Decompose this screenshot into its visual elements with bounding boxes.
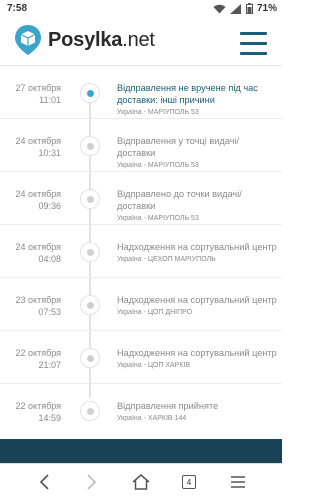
timeline-dot-icon [80, 295, 100, 315]
event-status: Надходження на сортувальний центр [117, 348, 277, 358]
logo-pin-icon [15, 25, 41, 55]
home-icon[interactable] [129, 471, 153, 493]
event-info: Відправлено до точки видачі/доставки Укра… [117, 188, 277, 224]
timeline-dot-icon [80, 136, 100, 156]
event-date: 27 октября [15, 83, 61, 93]
tabs-icon[interactable]: 4 [177, 471, 201, 493]
event-datetime: 22 октября 14:59 [16, 400, 61, 424]
timeline-row: 24 октября 04:08 Надходження на сортувальн… [0, 225, 282, 278]
event-location: Україна - ЦОП ХАРКІВ [117, 362, 191, 369]
timeline-dot-icon [80, 348, 100, 368]
status-bar: 7:58 71% [0, 0, 282, 20]
battery-percent: 71% [256, 3, 277, 14]
event-info: Надходження на сортувальний центр Україна… [117, 347, 277, 371]
timeline-row: 23 октября 07:53 Надходження на сортувальн… [0, 278, 282, 331]
event-time: 07:53 [38, 307, 61, 317]
event-date: 24 октября [15, 189, 61, 199]
event-status: Надходження на сортувальний центр [117, 242, 277, 252]
event-date: 22 октября [15, 348, 61, 358]
event-status: Відправлення у точці видачі/доставки [117, 136, 240, 158]
timeline-dot-icon [80, 189, 100, 209]
event-status: Відправлено до точки видачі/доставки [117, 189, 242, 211]
event-location: Україна - МАРІУПОЛЬ 53 [117, 215, 199, 222]
event-status: Відправлення прийняте [117, 401, 219, 411]
event-info: Відправлення не вручене під час доставки… [117, 82, 277, 118]
event-time: 11:01 [39, 95, 61, 105]
event-status: Відправлення не вручене під час доставки… [117, 83, 258, 105]
brand-name: Posylka.net [48, 29, 155, 52]
wifi-icon [213, 4, 226, 13]
timeline-row: 22 октября 14:59 Відправлення прийняте Укра… [0, 384, 282, 437]
event-time: 21:07 [38, 360, 61, 370]
event-location: Україна - ЦЕХОП МАРІУПОЛЬ [117, 256, 216, 263]
signal-icon [229, 3, 241, 14]
event-location: Україна - МАРІУПОЛЬ 53 [117, 162, 199, 169]
battery-icon [245, 3, 253, 14]
event-date: 24 октября [15, 242, 61, 252]
event-time: 14:59 [38, 413, 61, 423]
brand-name-bold: Posylka [48, 28, 123, 51]
forward-arrow-icon[interactable] [80, 471, 104, 493]
brand-name-tail: .net [122, 28, 155, 51]
event-datetime: 24 октября 10:31 [16, 135, 61, 159]
event-datetime: 23 октября 07:53 [16, 294, 61, 318]
event-datetime: 24 октября 09:36 [16, 188, 61, 212]
timeline-dot-icon [80, 242, 100, 262]
browser-nav-bar: 4 [0, 463, 282, 500]
timeline-row: 24 октября 10:31 Відправлення у точці вида… [0, 119, 282, 172]
event-time: 09:36 [38, 201, 61, 211]
event-location: Україна - ЦОП ДНІПРО [117, 309, 193, 316]
event-datetime: 22 октября 21:07 [16, 347, 61, 371]
site-logo[interactable]: Posylka.net [12, 24, 155, 56]
event-info: Надходження на сортувальний центр Україна… [117, 241, 277, 265]
page-footer [0, 439, 282, 463]
timeline-row: 22 октября 21:07 Надходження на сортувальн… [0, 331, 282, 384]
event-datetime: 24 октября 04:08 [16, 241, 61, 265]
status-time: 7:58 [7, 3, 28, 14]
event-location: Україна - МАРІУПОЛЬ 53 [117, 109, 199, 116]
timeline-row: 24 октября 09:36 Відправлено до точки вида… [0, 172, 282, 225]
site-header: Posylka.net [0, 20, 282, 66]
event-time: 04:08 [38, 254, 61, 264]
status-icons: 71% [213, 3, 277, 14]
timeline-dot-icon [80, 83, 100, 103]
event-info: Надходження на сортувальний центр Україна… [117, 294, 277, 318]
event-date: 23 октября [15, 295, 61, 305]
event-status: Надходження на сортувальний центр [117, 295, 277, 305]
event-date: 22 октября [15, 401, 61, 411]
event-info: Відправлення прийняте Україна - ХАРКІВ 14… [117, 400, 277, 424]
timeline-dot-icon [80, 401, 100, 421]
event-info: Відправлення у точці видачі/доставки Укра… [117, 135, 277, 171]
back-arrow-icon[interactable] [32, 471, 56, 493]
event-datetime: 27 октября 11:01 [16, 82, 61, 106]
tracking-timeline: 27 октября 11:01 Відправлення не вручене п… [0, 66, 282, 437]
timeline-row: 27 октября 11:01 Відправлення не вручене п… [0, 66, 282, 119]
hamburger-menu-icon[interactable] [240, 32, 267, 55]
tabs-count: 4 [182, 475, 196, 489]
event-time: 10:31 [38, 148, 61, 158]
browser-menu-icon[interactable] [226, 471, 250, 493]
event-location: Україна - ХАРКІВ 144 [117, 415, 187, 422]
event-date: 24 октября [15, 136, 61, 146]
